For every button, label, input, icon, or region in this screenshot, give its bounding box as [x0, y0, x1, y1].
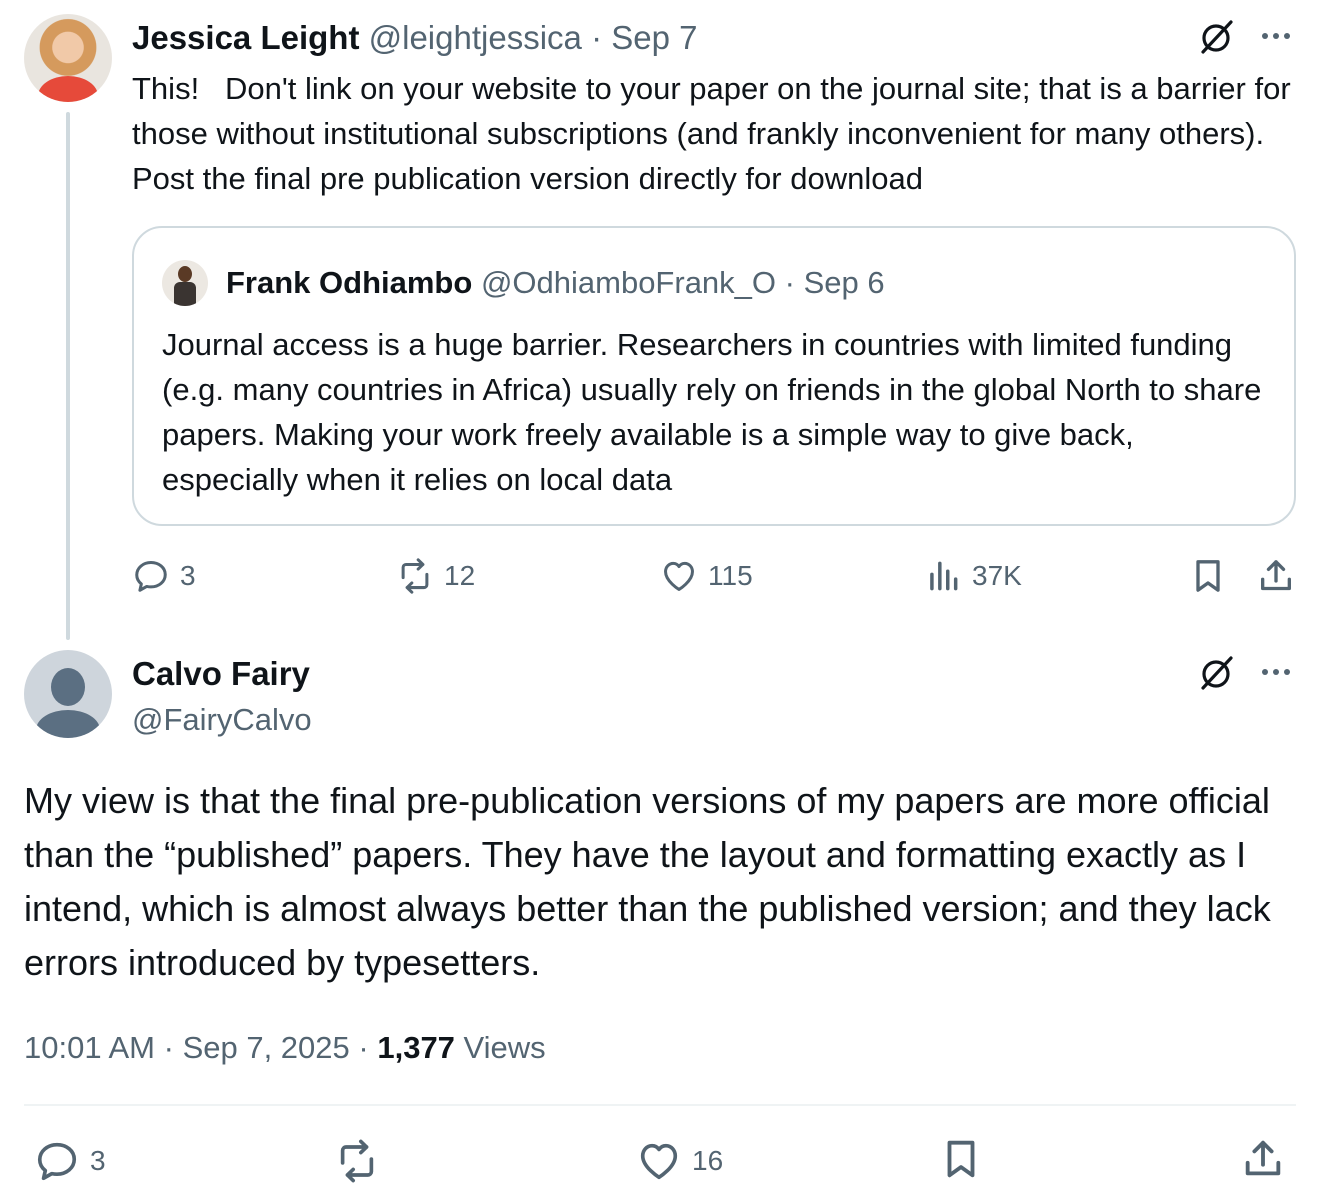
like-button[interactable]: 115	[660, 557, 753, 595]
quoted-tweet-text: Journal access is a huge barrier. Resear…	[162, 327, 1262, 497]
quote-author-handle[interactable]: @OdhiamboFrank_O	[481, 265, 776, 300]
meta-separator: ·	[358, 1030, 369, 1065]
avatar-calvo-fairy[interactable]	[24, 650, 112, 738]
reply-count: 3	[180, 560, 196, 591]
reply-icon	[37, 1142, 77, 1181]
repost-count: 12	[444, 560, 476, 591]
heart-icon	[664, 561, 694, 591]
tweet-time[interactable]: 10:01 AM	[24, 1030, 155, 1065]
main-tweet-text: My view is that the final pre-publicatio…	[24, 780, 1271, 983]
share-icon[interactable]	[1256, 556, 1296, 596]
quote-separator: ·	[784, 265, 795, 300]
main-like-button[interactable]: 16	[636, 1138, 723, 1184]
author-name[interactable]: Jessica Leight	[132, 19, 359, 56]
like-count: 115	[708, 560, 753, 591]
views-button[interactable]: 37K	[924, 557, 1022, 595]
views-label: Views	[463, 1030, 546, 1065]
author-handle[interactable]: @leightjessica	[369, 19, 582, 56]
thread-connector-line	[66, 112, 70, 640]
quoted-tweet-card[interactable]: Frank Odhiambo @OdhiamboFrank_O · Sep 6 …	[132, 226, 1296, 526]
tweet-meta: 10:01 AM · Sep 7, 2025 · 1,377 Views	[24, 1025, 546, 1071]
parent-tweet-header: Jessica Leight @leightjessica · Sep 7	[132, 16, 697, 60]
main-repost-button[interactable]	[334, 1138, 380, 1184]
divider	[24, 1104, 1296, 1106]
more-icon[interactable]	[1258, 18, 1294, 54]
main-author-name[interactable]: Calvo Fairy	[132, 652, 310, 696]
quote-author-name[interactable]: Frank Odhiambo	[226, 265, 472, 300]
bookmark-icon[interactable]	[938, 1136, 984, 1182]
header-separator: ·	[591, 19, 603, 56]
reply-icon	[135, 561, 167, 592]
repost-icon	[340, 1139, 374, 1183]
repost-icon	[401, 558, 429, 594]
bookmark-icon[interactable]	[1188, 556, 1228, 596]
main-reply-count: 3	[90, 1145, 106, 1176]
grok-slash-icon[interactable]	[1196, 653, 1236, 693]
meta-separator: ·	[163, 1030, 174, 1065]
main-author-handle[interactable]: @FairyCalvo	[132, 698, 312, 742]
reply-button[interactable]: 3	[132, 557, 196, 595]
avatar-frank-odhiambo[interactable]	[162, 260, 208, 306]
quote-date[interactable]: Sep 6	[804, 265, 885, 300]
tweet-date[interactable]: Sep 7	[611, 19, 697, 56]
main-like-count: 16	[692, 1145, 724, 1176]
tweet-full-date[interactable]: Sep 7, 2025	[183, 1030, 350, 1065]
repost-button[interactable]: 12	[396, 557, 475, 595]
share-icon[interactable]	[1240, 1136, 1286, 1182]
avatar-jessica-leight[interactable]	[24, 14, 112, 102]
main-reply-button[interactable]: 3	[34, 1138, 106, 1184]
grok-slash-icon[interactable]	[1196, 17, 1236, 57]
views-icon	[930, 561, 958, 591]
more-icon[interactable]	[1258, 654, 1294, 690]
view-count: 1,377	[377, 1030, 455, 1065]
heart-icon	[640, 1143, 678, 1180]
views-count: 37K	[972, 560, 1022, 591]
parent-tweet-text: This! Don't link on your website to your…	[132, 71, 1300, 196]
quoted-tweet-header: Frank Odhiambo @OdhiamboFrank_O · Sep 6	[226, 262, 885, 304]
